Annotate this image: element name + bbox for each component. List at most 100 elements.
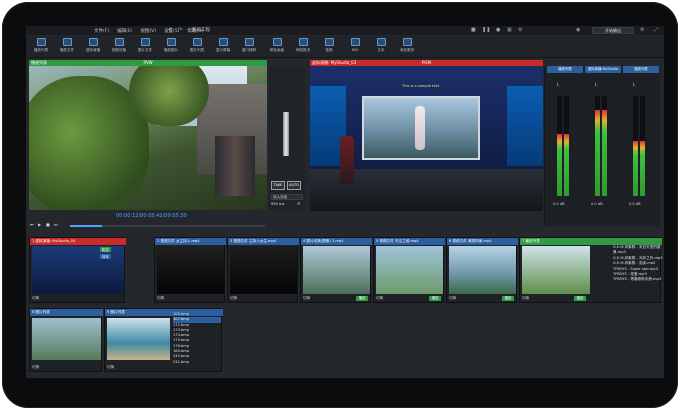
level-meter xyxy=(602,110,607,196)
source-card-4[interactable]: 4 图片切换(图像) 1.mp4 切换 播放 xyxy=(300,237,372,303)
toolbar-button-0[interactable]: 播放列表 xyxy=(30,38,52,56)
studio-icon xyxy=(88,38,98,46)
toolbar-button-2[interactable]: 虚拟演播 xyxy=(82,38,104,56)
audio-db-readout: 0.0 dB xyxy=(553,202,565,206)
program-video[interactable]: This is a sample text xyxy=(310,66,543,211)
toolbar-button-8[interactable]: 窗口捕获 xyxy=(238,38,260,56)
monitor-icon xyxy=(218,38,228,46)
plus-icon xyxy=(402,38,412,46)
app-window: 文件(F) 编辑(E) 视图(V) 设置(S) 帮助(H) ↶ ↷ 我的工程 ■… xyxy=(26,26,664,378)
play-list-icon xyxy=(36,38,46,46)
audio-db-readout: 0.0 dB xyxy=(629,202,641,206)
source-card-5[interactable]: 5 视频文件 天空之城.mp4 切换 播放 xyxy=(373,237,445,303)
level-meter xyxy=(564,134,569,196)
grid-icon[interactable]: ▦ xyxy=(507,27,512,33)
source-thumbnail xyxy=(303,246,370,294)
level-meter xyxy=(633,141,638,196)
play-icon[interactable]: ▶ xyxy=(38,222,41,227)
toolbar-button-12[interactable]: NDI xyxy=(344,38,366,56)
undo-icon[interactable]: ↶ xyxy=(168,27,172,33)
pause-icon[interactable]: ❚❚ xyxy=(482,27,490,33)
picture-icon xyxy=(166,38,176,46)
audio-tab-1[interactable]: 虚拟演播:MyStudio xyxy=(585,66,621,73)
source-thumbnail xyxy=(376,246,443,294)
toolbar-button-9[interactable]: 颜色画面 xyxy=(266,38,288,56)
pgm-label: PGM xyxy=(422,60,431,65)
source-toolbar: 播放列表 播放文件 虚拟演播 视频设备 图片文件 播放图片 图片列表 显示屏幕 … xyxy=(26,36,664,58)
toolbar-button-13[interactable]: 文本 xyxy=(370,38,392,56)
stage-text: This is a sample text xyxy=(402,84,440,88)
menu-file[interactable]: 文件(F) xyxy=(94,28,109,34)
transition-panel: TAKE AUTO 淡入淡出 950 ms ⚙ xyxy=(269,66,305,210)
redo-icon[interactable]: ↷ xyxy=(178,27,182,33)
audio-channel-1: L 0.0 dB xyxy=(591,82,613,226)
camera-icon xyxy=(114,38,124,46)
playlist: G.E.M.邓紫棋 - 来自天堂的魔鬼.mp3 G.E.M.邓紫棋 - 光年之外… xyxy=(613,245,663,299)
preview-video[interactable] xyxy=(29,66,267,210)
image-list-icon xyxy=(192,38,202,46)
pvw-progress-fill xyxy=(70,225,102,227)
list-item[interactable]: 241.bmp xyxy=(173,360,221,365)
source-card-6[interactable]: 6 视频文件 美丽风景.mp4 切换 播放 xyxy=(446,237,518,303)
toolbar-button-11[interactable]: 抠像 xyxy=(318,38,340,56)
menu-view[interactable]: 视图(V) xyxy=(140,28,156,34)
audio-channel-2: L 0.0 dB xyxy=(629,82,651,226)
source-thumbnail xyxy=(107,318,170,360)
source-thumbnail xyxy=(230,246,297,294)
skip-back-icon[interactable]: ⏮ xyxy=(30,222,34,227)
toolbar-button-7[interactable]: 显示屏幕 xyxy=(212,38,234,56)
take-button[interactable]: TAKE xyxy=(271,181,285,190)
menu-edit[interactable]: 编辑(E) xyxy=(117,28,132,34)
gear-icon[interactable]: ⚙ xyxy=(640,27,644,33)
toolbar-button-4[interactable]: 图片文件 xyxy=(134,38,156,56)
audio-channel-0: L 0.0 dB xyxy=(553,82,575,226)
image-list-panel-1[interactable]: 8 图片列表 切换 xyxy=(29,308,103,372)
start-output-button[interactable]: 开始输出 xyxy=(592,27,634,34)
audio-db-readout: 0.0 dB xyxy=(591,202,603,206)
toolbar-button-10[interactable]: 网络推流 xyxy=(292,38,314,56)
source-card-3[interactable]: 3 视频文件 主持人女生.mp4 切换 xyxy=(227,237,299,303)
transition-duration[interactable]: 950 ms xyxy=(271,202,284,206)
window-icon xyxy=(244,38,254,46)
color-icon xyxy=(272,38,282,46)
level-meter xyxy=(557,134,562,196)
image-file-list: 100.bmp 107.bmp 172.bmp 173.bmp 174.bmp … xyxy=(173,312,221,368)
source-card-1[interactable]: 1 虚拟演播: MyStudio_03 机位 特写 切换 xyxy=(29,237,126,303)
toolbar-button-1[interactable]: 播放文件 xyxy=(56,38,78,56)
tablet-bezel: 文件(F) 编辑(E) 视图(V) 设置(S) 帮助(H) ↶ ↷ 我的工程 ■… xyxy=(2,2,678,408)
audio-mixer: 播放列表 虚拟演播:MyStudio 播放列表 L 0.0 dB L 0.0 d… xyxy=(544,66,660,226)
project-title: 我的工程 xyxy=(192,28,210,33)
keyer-icon xyxy=(324,38,334,46)
toolbar-button-3[interactable]: 视频设备 xyxy=(108,38,130,56)
audio-tab-2[interactable]: 播放列表 xyxy=(623,66,659,73)
source-thumbnail xyxy=(157,246,224,294)
source-thumbnail xyxy=(32,318,101,360)
text-icon xyxy=(376,38,386,46)
gear-icon[interactable]: ⚙ xyxy=(297,201,301,206)
toolbar-button-6[interactable]: 图片列表 xyxy=(186,38,208,56)
toolbar-button-14[interactable]: 添加更多 xyxy=(396,38,418,56)
menu-bar: 文件(F) 编辑(E) 视图(V) 设置(S) 帮助(H) ↶ ↷ 我的工程 ■… xyxy=(26,26,664,35)
list-item[interactable]: G.E.M.邓紫棋 - 来自天堂的魔鬼.mp3 xyxy=(613,245,663,256)
audio-tabs: 播放列表 虚拟演播:MyStudio 播放列表 xyxy=(547,66,659,73)
audio-tab-0[interactable]: 播放列表 xyxy=(547,66,583,73)
transition-type-select[interactable]: 淡入淡出 xyxy=(271,194,303,200)
auto-button[interactable]: AUTO xyxy=(287,181,301,190)
source-thumbnail xyxy=(449,246,516,294)
source-card-2[interactable]: 2 视频文件 女主持人.mp4 切换 xyxy=(154,237,226,303)
pvw-progress-bar[interactable] xyxy=(70,225,265,227)
stop-icon[interactable]: ■ xyxy=(46,222,50,227)
toolbar-button-5[interactable]: 播放图片 xyxy=(160,38,182,56)
pvw-label: PVW xyxy=(143,60,153,65)
level-meter xyxy=(640,141,645,196)
t-bar-slider[interactable] xyxy=(283,112,289,156)
skip-forward-icon[interactable]: ⏭ xyxy=(54,222,58,227)
settings-gear-icon[interactable]: ⚙ xyxy=(518,27,522,33)
stop-icon[interactable]: ■ xyxy=(471,27,476,33)
ndi-icon xyxy=(350,38,360,46)
record-icon[interactable]: ● xyxy=(496,27,500,33)
list-item[interactable]: TFBOYS - 青春修炼手册.mp3 xyxy=(613,277,663,282)
level-meter xyxy=(595,110,600,196)
file-icon xyxy=(62,38,72,46)
expand-icon[interactable]: ⤢ xyxy=(654,27,658,33)
